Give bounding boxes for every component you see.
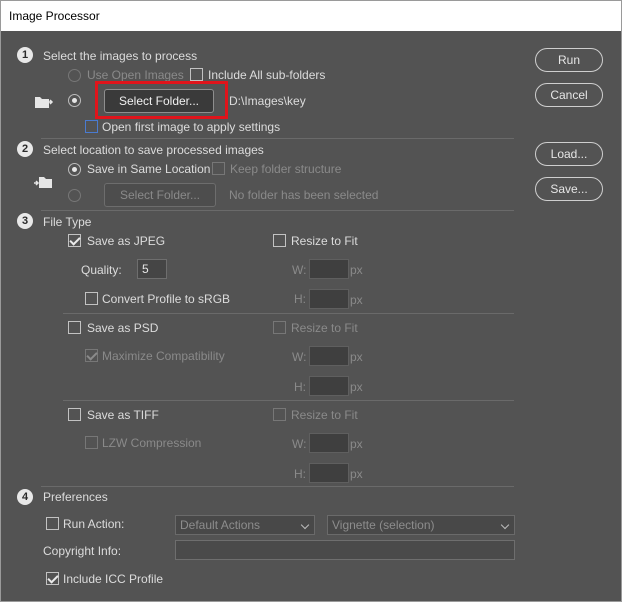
action-set-select[interactable]: Default Actions xyxy=(175,515,315,535)
section-2-heading: Select location to save processed images xyxy=(43,143,264,157)
save-button[interactable]: Save... xyxy=(535,177,603,201)
image-processor-window: Image Processor 1 Select the images to p… xyxy=(0,0,622,602)
action-set-value: Default Actions xyxy=(180,518,261,532)
save-as-jpeg-label: Save as JPEG xyxy=(87,234,166,248)
action-value: Vignette (selection) xyxy=(332,518,435,532)
jpeg-width-input[interactable] xyxy=(309,259,349,279)
section-1-heading: Select the images to process xyxy=(43,49,198,63)
save-same-location-label: Save in Same Location xyxy=(87,162,211,176)
quality-input[interactable]: 5 xyxy=(137,259,167,279)
cancel-button[interactable]: Cancel xyxy=(535,83,603,107)
jpeg-height-input[interactable] xyxy=(309,289,349,309)
tiff-width-label: W: xyxy=(292,437,307,451)
save-as-psd-checkbox[interactable] xyxy=(68,321,81,334)
lzw-compression-label: LZW Compression xyxy=(102,436,202,450)
run-action-checkbox[interactable] xyxy=(46,517,59,530)
jpeg-resize-checkbox[interactable] xyxy=(273,234,286,247)
divider xyxy=(41,210,514,211)
tiff-height-label: H: xyxy=(294,467,306,481)
tiff-height-unit: px xyxy=(350,467,363,481)
include-subfolders-checkbox[interactable] xyxy=(190,68,203,81)
select-destination-radio[interactable] xyxy=(68,189,81,202)
tiff-width-unit: px xyxy=(350,437,363,451)
save-folder-icon xyxy=(34,177,52,188)
select-destination-folder-button[interactable]: Select Folder... xyxy=(104,183,216,207)
load-button[interactable]: Load... xyxy=(535,142,603,166)
open-first-image-label: Open first image to apply settings xyxy=(102,120,281,134)
step-4-badge: 4 xyxy=(17,489,33,505)
include-icc-checkbox[interactable] xyxy=(46,572,59,585)
lzw-compression-checkbox[interactable] xyxy=(85,436,98,449)
use-open-images-radio[interactable] xyxy=(68,69,81,82)
jpeg-width-label: W: xyxy=(292,263,307,277)
tiff-resize-label: Resize to Fit xyxy=(291,408,358,422)
keep-folder-structure-checkbox[interactable] xyxy=(212,162,225,175)
include-icc-label: Include ICC Profile xyxy=(63,572,164,586)
step-1-badge: 1 xyxy=(17,47,33,63)
run-button[interactable]: Run xyxy=(535,48,603,72)
psd-height-input[interactable] xyxy=(309,376,349,396)
source-folder-path: D:\Images\key xyxy=(229,94,306,108)
copyright-label: Copyright Info: xyxy=(43,544,122,558)
window-title: Image Processor xyxy=(9,9,100,23)
copyright-input[interactable] xyxy=(175,540,515,560)
divider xyxy=(41,138,514,139)
psd-height-unit: px xyxy=(350,380,363,394)
folder-arrow-icon xyxy=(35,97,54,108)
section-4-heading: Preferences xyxy=(43,490,108,504)
psd-resize-checkbox[interactable] xyxy=(273,321,286,334)
divider xyxy=(63,400,514,401)
step-2-badge: 2 xyxy=(17,141,33,157)
save-as-jpeg-checkbox[interactable] xyxy=(68,234,81,247)
jpeg-height-label: H: xyxy=(294,292,306,306)
psd-width-input[interactable] xyxy=(309,346,349,366)
save-as-tiff-checkbox[interactable] xyxy=(68,408,81,421)
action-select[interactable]: Vignette (selection) xyxy=(327,515,515,535)
title-bar: Image Processor xyxy=(1,1,621,31)
convert-srgb-label: Convert Profile to sRGB xyxy=(102,292,231,306)
jpeg-height-unit: px xyxy=(350,293,363,307)
psd-height-label: H: xyxy=(294,380,306,394)
divider xyxy=(41,486,514,487)
tiff-height-input[interactable] xyxy=(309,463,349,483)
save-as-psd-label: Save as PSD xyxy=(87,321,159,335)
jpeg-width-unit: px xyxy=(350,263,363,277)
use-open-images-label: Use Open Images xyxy=(87,68,184,82)
psd-width-label: W: xyxy=(292,350,307,364)
convert-srgb-checkbox[interactable] xyxy=(85,292,98,305)
dialog-body: 1 Select the images to process Use Open … xyxy=(1,31,621,601)
tiff-resize-checkbox[interactable] xyxy=(273,408,286,421)
psd-width-unit: px xyxy=(350,350,363,364)
no-folder-text: No folder has been selected xyxy=(229,188,379,202)
open-first-image-checkbox[interactable] xyxy=(85,120,98,133)
step-3-badge: 3 xyxy=(17,213,33,229)
jpeg-resize-label: Resize to Fit xyxy=(291,234,358,248)
maximize-compatibility-label: Maximize Compatibility xyxy=(102,349,225,363)
save-same-location-radio[interactable] xyxy=(68,163,81,176)
select-folder-radio[interactable] xyxy=(68,94,81,107)
highlight-box xyxy=(95,81,228,119)
save-as-tiff-label: Save as TIFF xyxy=(87,408,159,422)
chevron-down-icon xyxy=(500,520,510,530)
run-action-label: Run Action: xyxy=(63,517,125,531)
quality-label: Quality: xyxy=(81,263,122,277)
keep-folder-structure-label: Keep folder structure xyxy=(230,162,342,176)
chevron-down-icon xyxy=(300,520,310,530)
maximize-compatibility-checkbox[interactable] xyxy=(85,349,98,362)
include-subfolders-label: Include All sub-folders xyxy=(208,68,326,82)
psd-resize-label: Resize to Fit xyxy=(291,321,358,335)
divider xyxy=(63,313,514,314)
section-3-heading: File Type xyxy=(43,215,92,229)
tiff-width-input[interactable] xyxy=(309,433,349,453)
